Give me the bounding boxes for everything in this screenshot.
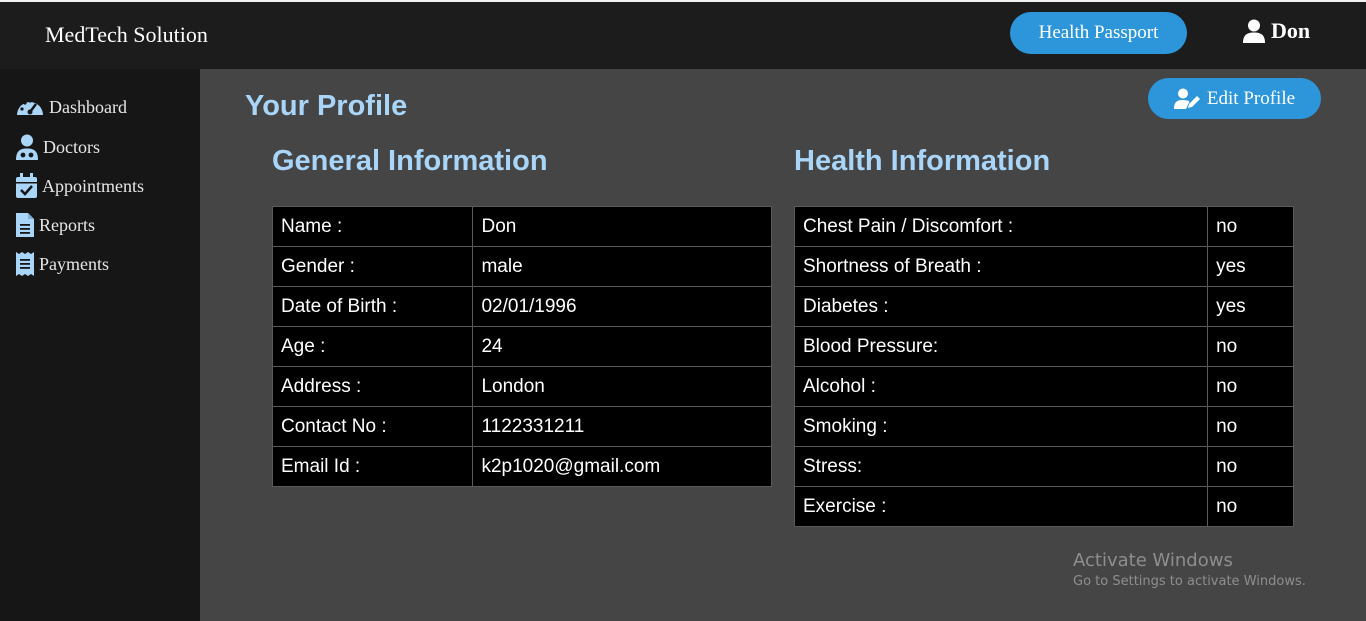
table-row: Alcohol : no bbox=[793, 366, 1294, 407]
sidebar-item-label: Dashboard bbox=[49, 96, 127, 117]
table-row: Diabetes : yes bbox=[793, 286, 1294, 327]
row-label: Exercise : bbox=[793, 486, 1209, 527]
table-row: Date of Birth :02/01/1996 bbox=[271, 286, 772, 327]
table-row: Email Id : k2p1020@gmail.com bbox=[271, 446, 772, 487]
edit-profile-button[interactable]: Edit Profile bbox=[1148, 78, 1321, 119]
watermark-title: Activate Windows bbox=[1073, 550, 1233, 571]
table-row: Address : London bbox=[271, 366, 772, 407]
edit-profile-label: Edit Profile bbox=[1206, 87, 1296, 109]
sidebar-item-label: Payments bbox=[39, 253, 109, 274]
row-value: 1122331211 bbox=[472, 406, 772, 447]
windows-activation-watermark: Activate Windows Go to Settings to activ… bbox=[1073, 550, 1306, 589]
table-row: Gender : male bbox=[271, 246, 772, 287]
row-label: Name : bbox=[271, 206, 474, 247]
user-name: Don bbox=[1271, 18, 1311, 43]
brand-title[interactable]: MedTech Solution bbox=[45, 22, 208, 48]
row-value: no bbox=[1207, 326, 1294, 367]
table-row: Exercise : no bbox=[793, 486, 1294, 527]
file-icon bbox=[16, 213, 34, 237]
health-passport-button[interactable]: Health Passport bbox=[1010, 12, 1187, 54]
general-info-table: Name : Don Gender : male Date of Birth :02/0… bbox=[271, 206, 772, 487]
row-label: Blood Pressure: bbox=[793, 326, 1209, 367]
row-value: male bbox=[472, 246, 772, 287]
row-label: Smoking : bbox=[793, 406, 1209, 447]
sidebar-item-label: Reports bbox=[39, 214, 95, 235]
row-value: London bbox=[472, 366, 772, 407]
calendar-check-icon bbox=[16, 173, 37, 198]
health-info-title: Health Information bbox=[794, 145, 1051, 177]
top-navbar: MedTech Solution Health Passport Don bbox=[0, 0, 1366, 69]
row-value: 02/01/1996 bbox=[472, 286, 772, 327]
health-info-table: Chest Pain / Discomfort : no Shortness of … bbox=[793, 206, 1294, 527]
table-row: Contact No :1122331211 bbox=[271, 406, 772, 447]
sidebar-item-label: Appointments bbox=[42, 175, 144, 196]
sidebar-item-payments[interactable]: Payments bbox=[15, 251, 109, 277]
row-value: no bbox=[1207, 486, 1294, 527]
user-menu[interactable]: Don bbox=[1243, 18, 1310, 44]
table-row: Name : Don bbox=[271, 206, 772, 247]
row-value: no bbox=[1207, 446, 1294, 487]
table-row: Stress: no bbox=[793, 446, 1294, 487]
user-icon bbox=[1243, 19, 1265, 43]
row-value: k2p1020@gmail.com bbox=[472, 446, 772, 487]
row-value: no bbox=[1207, 366, 1294, 407]
row-label: Date of Birth : bbox=[271, 286, 474, 327]
user-edit-icon bbox=[1173, 88, 1200, 109]
sidebar-item-doctors[interactable]: Doctors bbox=[15, 134, 100, 160]
doctor-icon bbox=[16, 134, 38, 160]
page-title: Your Profile bbox=[245, 90, 408, 122]
row-label: Address : bbox=[271, 366, 474, 407]
sidebar-item-appointments[interactable]: Appointments bbox=[15, 173, 144, 199]
watermark-subtitle: Go to Settings to activate Windows. bbox=[1073, 574, 1306, 589]
sidebar-item-reports[interactable]: Reports bbox=[15, 212, 95, 238]
row-label: Chest Pain / Discomfort : bbox=[793, 206, 1209, 247]
general-info-title: General Information bbox=[272, 145, 548, 177]
table-row: Age :24 bbox=[271, 326, 772, 367]
sidebar-item-label: Doctors bbox=[43, 136, 100, 157]
row-label: Gender : bbox=[271, 246, 474, 287]
table-row: Shortness of Breath : yes bbox=[793, 246, 1294, 287]
row-value: yes bbox=[1207, 286, 1294, 327]
sidebar-item-dashboard[interactable]: Dashboard bbox=[15, 95, 127, 119]
receipt-icon bbox=[16, 252, 34, 276]
table-row: Smoking : no bbox=[793, 406, 1294, 447]
row-value: no bbox=[1207, 206, 1294, 247]
table-row: Chest Pain / Discomfort : no bbox=[793, 206, 1294, 247]
table-row: Blood Pressure: no bbox=[793, 326, 1294, 367]
row-label: Alcohol : bbox=[793, 366, 1209, 407]
row-label: Age : bbox=[271, 326, 474, 367]
row-value: Don bbox=[472, 206, 772, 247]
row-label: Contact No : bbox=[271, 406, 474, 447]
row-label: Stress: bbox=[793, 446, 1209, 487]
sidebar: Dashboard Doctors Appointments Reports P… bbox=[0, 69, 200, 621]
row-label: Diabetes : bbox=[793, 286, 1209, 327]
row-value: yes bbox=[1207, 246, 1294, 287]
row-label: Shortness of Breath : bbox=[793, 246, 1209, 287]
dashboard-icon bbox=[17, 99, 43, 115]
row-label: Email Id : bbox=[271, 446, 474, 487]
row-value: 24 bbox=[472, 326, 772, 367]
row-value: no bbox=[1207, 406, 1294, 447]
